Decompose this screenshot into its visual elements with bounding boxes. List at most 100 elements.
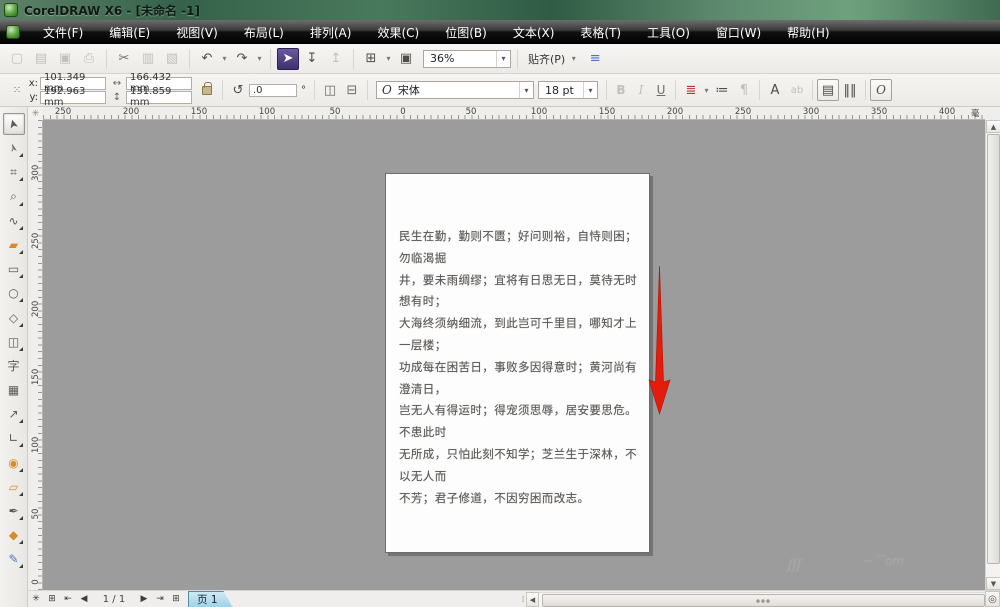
table-tool[interactable]: ▦	[3, 379, 25, 401]
ruler-tick: 0	[31, 575, 41, 589]
font-family-combo[interactable]: O 宋体 ▾	[376, 81, 534, 99]
previous-page-button[interactable]: ◀	[76, 592, 92, 607]
bold-button[interactable]: B	[611, 79, 631, 101]
drawing-canvas[interactable]: 民生在勤，勤则不匮；好问则裕，自恃则困；勿临渴掘 井，要未雨绸缪；宜将有日思无日…	[43, 120, 985, 590]
shadow-tool[interactable]: ▱	[3, 476, 25, 498]
character-formatting-icon[interactable]: A	[764, 79, 786, 101]
horizontal-scroll-thumb[interactable]: ⦁⦁⦁	[542, 594, 985, 607]
font-size-dropdown-icon[interactable]: ▾	[583, 82, 597, 98]
menu-edit[interactable]: 编辑(E)	[96, 21, 163, 44]
menu-window[interactable]: 窗口(W)	[703, 21, 774, 44]
ruler-tick: 300	[31, 167, 41, 181]
dimension-tool[interactable]: ↗	[3, 403, 25, 425]
add-page-button-2[interactable]: ⊞	[168, 592, 184, 607]
outline-pen-tool[interactable]: ✒	[3, 500, 25, 522]
first-page-button[interactable]: ⇤	[60, 592, 76, 607]
zoom-tool[interactable]: ⌕	[3, 186, 25, 208]
lock-ratio-icon[interactable]	[202, 86, 212, 95]
copy-icon[interactable]: ▥	[137, 48, 159, 70]
welcome-screen-icon[interactable]: ▣	[395, 48, 417, 70]
alignment-dropdown-icon[interactable]: ▾	[702, 86, 711, 95]
zoom-dropdown-icon[interactable]: ▾	[496, 51, 510, 67]
search-content-icon[interactable]: ➤	[277, 48, 299, 70]
vertical-scrollbar[interactable]: ▲ ▼	[985, 120, 1000, 590]
menu-view[interactable]: 视图(V)	[163, 21, 231, 44]
export-icon[interactable]: ↥	[325, 48, 347, 70]
app-launcher-icon[interactable]: ⊞	[360, 48, 382, 70]
options-icon[interactable]: ≡	[584, 48, 606, 70]
ellipse-tool[interactable]: ○	[3, 282, 25, 304]
text-alignment-icon[interactable]: ≣	[680, 79, 702, 101]
freehand-tool[interactable]: ∿	[3, 210, 25, 232]
document-page[interactable]: 民生在勤，勤则不匮；好问则裕，自恃则困；勿临渴掘 井，要未雨绸缪；宜将有日思无日…	[385, 173, 650, 553]
menu-text[interactable]: 文本(X)	[500, 21, 568, 44]
menu-tools[interactable]: 工具(O)	[634, 21, 703, 44]
last-page-button[interactable]: ⇥	[152, 592, 168, 607]
new-document-icon[interactable]: ▢	[6, 48, 28, 70]
underline-button[interactable]: U	[651, 79, 671, 101]
zoom-level-combo[interactable]: 36% ▾	[423, 50, 511, 68]
text-frame-options-icon[interactable]: ▤	[817, 79, 839, 101]
horizontal-ruler[interactable]: 250 200 150 100 50 0 50 100 150 200 250 …	[43, 107, 985, 120]
opentype-button[interactable]: O	[870, 79, 892, 101]
fill-tool[interactable]: ◆	[3, 524, 25, 546]
add-page-button[interactable]: ⊞	[44, 592, 60, 607]
rectangle-tool[interactable]: ▭	[3, 258, 25, 280]
connector-tool[interactable]: ∟	[3, 427, 25, 449]
menu-file[interactable]: 文件(F)	[30, 21, 96, 44]
edit-text-icon[interactable]: ab	[786, 79, 808, 101]
columns-icon[interactable]: ‖‖	[839, 79, 861, 101]
app-launcher-dropdown-icon[interactable]: ▾	[384, 54, 393, 63]
snap-to-button[interactable]: 贴齐(P) ▾	[524, 51, 582, 67]
bulleted-list-icon[interactable]: ≔	[711, 79, 733, 101]
import-icon[interactable]: ↧	[301, 48, 323, 70]
paste-icon[interactable]: ▧	[161, 48, 183, 70]
menu-help[interactable]: 帮助(H)	[774, 21, 842, 44]
redo-icon[interactable]: ↷	[231, 48, 253, 70]
menu-layout[interactable]: 布局(L)	[231, 21, 297, 44]
mirror-vertical-icon[interactable]: ⊟	[341, 79, 363, 101]
ruler-tick: 200	[667, 107, 683, 117]
font-dropdown-icon[interactable]: ▾	[519, 82, 533, 98]
print-icon[interactable]: ⎙	[78, 48, 100, 70]
menu-effects[interactable]: 效果(C)	[364, 21, 432, 44]
undo-icon[interactable]: ↶	[196, 48, 218, 70]
menu-table[interactable]: 表格(T)	[567, 21, 634, 44]
menu-bitmaps[interactable]: 位图(B)	[432, 21, 500, 44]
interactive-fill-tool[interactable]: ✎	[3, 548, 25, 570]
cut-icon[interactable]: ✂	[113, 48, 135, 70]
save-icon[interactable]: ▣	[54, 48, 76, 70]
shape-tool[interactable]: ➢	[3, 137, 25, 159]
horizontal-scroll-track[interactable]: ⦁⦁⦁	[539, 592, 988, 607]
mirror-horizontal-icon[interactable]: ◫	[319, 79, 341, 101]
scroll-up-icon[interactable]: ▲	[986, 120, 1000, 133]
horizontal-scrollbar[interactable]: ⁞ ◀ ⦁⦁⦁ ▶	[520, 592, 1000, 607]
pick-tool[interactable]: ➤	[3, 113, 25, 135]
undo-dropdown-icon[interactable]: ▾	[220, 54, 229, 63]
next-page-button[interactable]: ▶	[136, 592, 152, 607]
redo-dropdown-icon[interactable]: ▾	[255, 54, 264, 63]
open-icon[interactable]: ▤	[30, 48, 52, 70]
text-tool[interactable]: 字	[3, 355, 25, 377]
smart-fill-tool[interactable]: ▰	[3, 234, 25, 256]
ruler-origin-bottom[interactable]: ✳	[28, 592, 44, 607]
italic-button[interactable]: I	[631, 79, 651, 101]
scroll-down-icon[interactable]: ▼	[986, 577, 1000, 590]
vertical-ruler[interactable]: 300 250 200 150 100 50 0	[28, 120, 43, 590]
scroll-left-icon[interactable]: ◀	[526, 592, 539, 607]
page-tab-1[interactable]: 页 1	[188, 591, 233, 607]
object-y-field[interactable]: 192.963 mm	[40, 91, 106, 104]
polygon-tool[interactable]: ◇	[3, 307, 25, 329]
font-size-combo[interactable]: 18 pt ▾	[538, 81, 598, 99]
vertical-scroll-thumb[interactable]	[987, 134, 1000, 564]
basic-shapes-tool[interactable]: ◫	[3, 331, 25, 353]
rotation-angle-field[interactable]: .0	[249, 84, 297, 97]
page-navigator-icon[interactable]: ◎	[985, 591, 1000, 607]
blend-tool[interactable]: ◉	[3, 452, 25, 474]
object-height-field[interactable]: 131.859 mm	[126, 91, 192, 104]
menu-arrange[interactable]: 排列(A)	[297, 21, 365, 44]
ruler-origin[interactable]: ✳	[28, 107, 43, 120]
crop-tool[interactable]: ⌗	[3, 161, 25, 183]
drop-cap-icon[interactable]: ¶	[733, 79, 755, 101]
paragraph-text-object[interactable]: 民生在勤，勤则不匮；好问则裕，自恃则困；勿临渴掘 井，要未雨绸缪；宜将有日思无日…	[399, 226, 641, 509]
